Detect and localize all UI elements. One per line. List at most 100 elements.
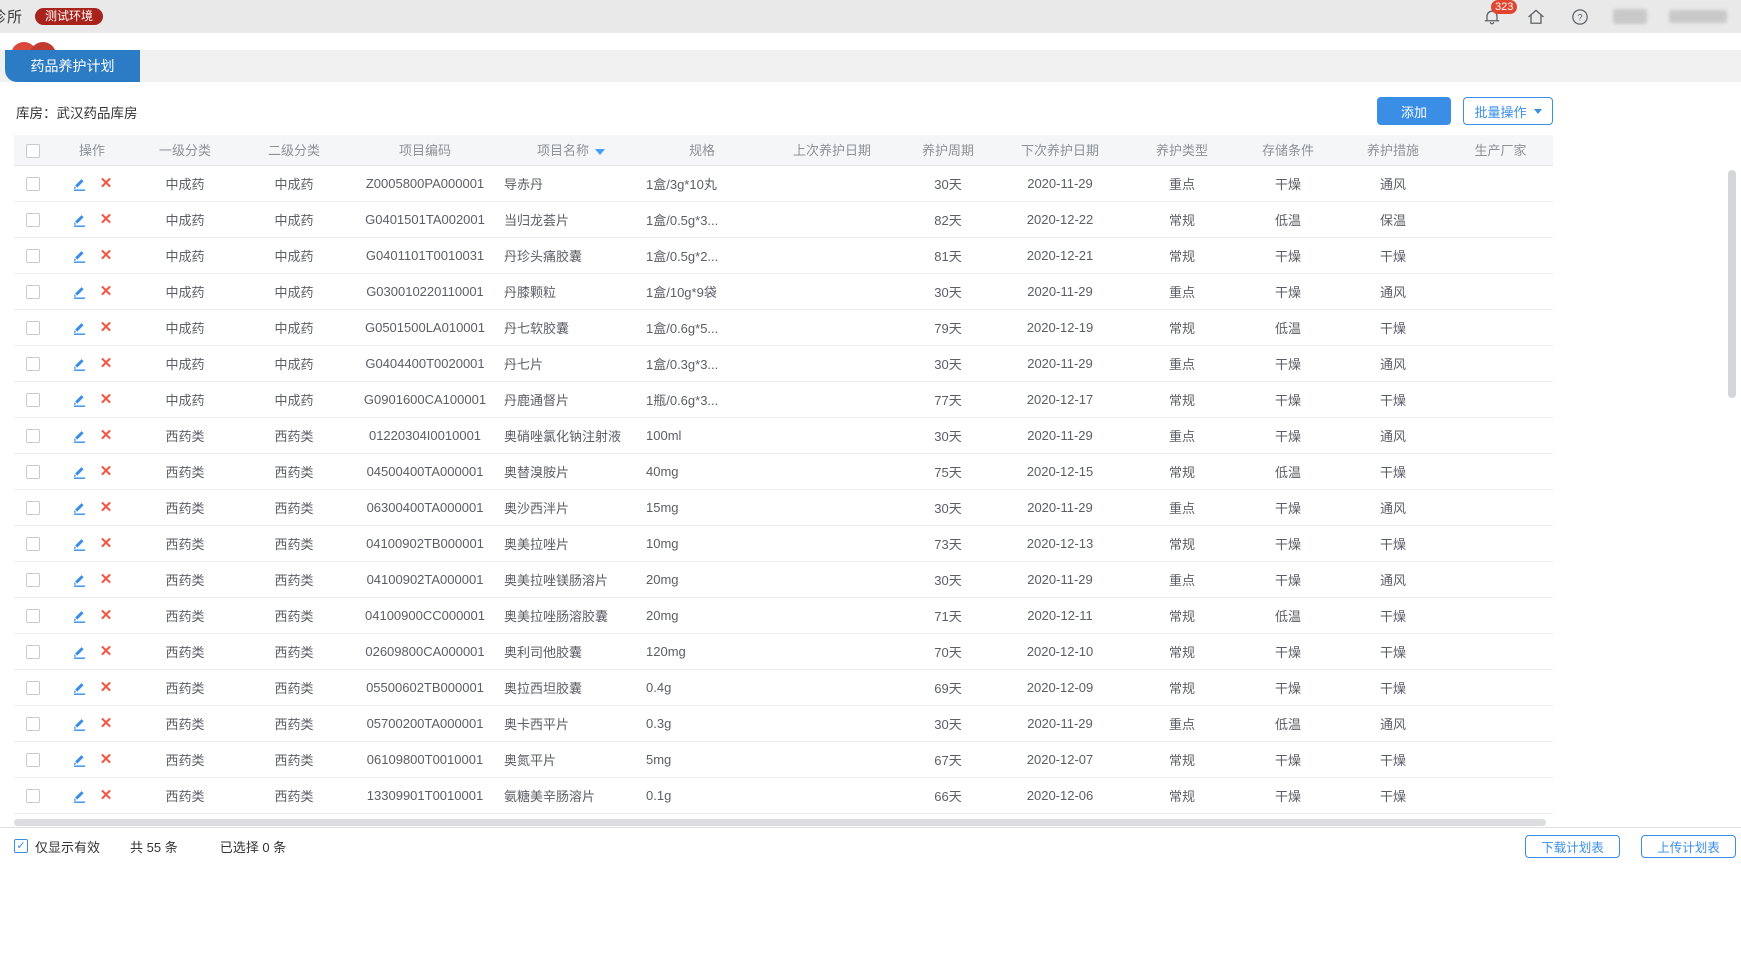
sort-desc-icon[interactable] (595, 149, 605, 155)
cell-measure: 干燥 (1338, 633, 1448, 669)
edit-icon[interactable] (72, 248, 87, 263)
cell-period: 30天 (902, 345, 994, 381)
cell-storage: 干燥 (1238, 273, 1338, 309)
edit-icon[interactable] (72, 716, 87, 731)
delete-icon[interactable]: ✕ (100, 427, 113, 444)
env-badge: 测试环境 (35, 8, 103, 25)
home-button[interactable] (1525, 6, 1547, 28)
row-checkbox[interactable] (26, 429, 40, 443)
edit-icon[interactable] (72, 356, 87, 371)
row-checkbox[interactable] (26, 213, 40, 227)
table-row: ✕西药类西药类01220304I0010001奥硝唑氯化钠注射液100ml30天… (14, 417, 1553, 453)
edit-icon[interactable] (72, 428, 87, 443)
cell-type: 重点 (1126, 345, 1238, 381)
edit-icon[interactable] (72, 680, 87, 695)
row-checkbox[interactable] (26, 465, 40, 479)
header-item-name[interactable]: 项目名称 (500, 135, 642, 165)
delete-icon[interactable]: ✕ (100, 499, 113, 516)
delete-icon[interactable]: ✕ (100, 319, 113, 336)
edit-icon[interactable] (72, 788, 87, 803)
row-checkbox[interactable] (26, 537, 40, 551)
edit-icon[interactable] (72, 644, 87, 659)
cell-spec: 5mg (642, 741, 762, 777)
vertical-scrollbar[interactable] (1728, 170, 1736, 398)
delete-icon[interactable]: ✕ (100, 679, 113, 696)
select-all-checkbox[interactable] (26, 144, 40, 158)
cell-measure: 干燥 (1338, 309, 1448, 345)
edit-icon[interactable] (72, 176, 87, 191)
horizontal-scrollbar[interactable] (14, 819, 1546, 826)
table-row: ✕中成药中成药G030010220110001丹膝颗粒1盒/10g*9袋30天2… (14, 273, 1553, 309)
cell-period: 77天 (902, 381, 994, 417)
cell-spec: 40mg (642, 453, 762, 489)
edit-icon[interactable] (72, 284, 87, 299)
row-checkbox[interactable] (26, 321, 40, 335)
delete-icon[interactable]: ✕ (100, 607, 113, 624)
tab-drug-maintenance-plan[interactable]: 药品养护计划 (5, 50, 140, 82)
edit-icon[interactable] (72, 392, 87, 407)
delete-icon[interactable]: ✕ (100, 643, 113, 660)
delete-icon[interactable]: ✕ (100, 211, 113, 228)
cell-manufacturer (1448, 741, 1553, 777)
cell-storage: 干燥 (1238, 525, 1338, 561)
row-checkbox[interactable] (26, 573, 40, 587)
row-checkbox[interactable] (26, 501, 40, 515)
cell-type: 重点 (1126, 417, 1238, 453)
cell-measure: 干燥 (1338, 525, 1448, 561)
upload-plan-button[interactable]: 上传计划表 (1641, 835, 1736, 858)
batch-operations-button[interactable]: 批量操作 (1463, 97, 1553, 125)
only-valid-checkbox[interactable]: ✓ (14, 839, 28, 853)
cell-select (14, 201, 52, 237)
help-button[interactable]: ? (1569, 6, 1591, 28)
row-checkbox[interactable] (26, 609, 40, 623)
delete-icon[interactable]: ✕ (100, 391, 113, 408)
delete-icon[interactable]: ✕ (100, 355, 113, 372)
edit-icon[interactable] (72, 572, 87, 587)
cell-measure: 干燥 (1338, 237, 1448, 273)
notifications-button[interactable]: 323 (1481, 6, 1503, 28)
cell-spec: 20mg (642, 561, 762, 597)
row-checkbox[interactable] (26, 357, 40, 371)
cell-type: 常规 (1126, 453, 1238, 489)
row-checkbox[interactable] (26, 681, 40, 695)
header-item-code: 项目编码 (350, 135, 500, 165)
delete-icon[interactable]: ✕ (100, 283, 113, 300)
delete-icon[interactable]: ✕ (100, 571, 113, 588)
cell-period: 70天 (902, 633, 994, 669)
delete-icon[interactable]: ✕ (100, 751, 113, 768)
cell-next_date: 2020-11-29 (994, 489, 1126, 525)
row-checkbox[interactable] (26, 249, 40, 263)
delete-icon[interactable]: ✕ (100, 715, 113, 732)
row-checkbox[interactable] (26, 789, 40, 803)
user-name[interactable] (1669, 10, 1727, 23)
cell-spec: 1盒/0.5g*3... (642, 201, 762, 237)
row-checkbox[interactable] (26, 645, 40, 659)
row-checkbox[interactable] (26, 717, 40, 731)
delete-icon[interactable]: ✕ (100, 463, 113, 480)
edit-icon[interactable] (72, 464, 87, 479)
row-checkbox[interactable] (26, 753, 40, 767)
delete-icon[interactable]: ✕ (100, 175, 113, 192)
cell-cat2: 西药类 (238, 669, 350, 705)
edit-icon[interactable] (72, 752, 87, 767)
edit-icon[interactable] (72, 536, 87, 551)
row-checkbox[interactable] (26, 393, 40, 407)
download-plan-button[interactable]: 下载计划表 (1525, 835, 1620, 858)
edit-icon[interactable] (72, 608, 87, 623)
edit-icon[interactable] (72, 320, 87, 335)
add-button[interactable]: 添加 (1377, 97, 1451, 125)
cell-spec: 1盒/0.3g*3... (642, 345, 762, 381)
row-checkbox[interactable] (26, 177, 40, 191)
delete-icon[interactable]: ✕ (100, 247, 113, 264)
user-avatar[interactable] (1613, 9, 1647, 24)
cell-cat1: 中成药 (132, 165, 238, 201)
edit-icon[interactable] (72, 500, 87, 515)
edit-icon[interactable] (72, 212, 87, 227)
row-checkbox[interactable] (26, 285, 40, 299)
delete-icon[interactable]: ✕ (100, 535, 113, 552)
cell-period: 81天 (902, 237, 994, 273)
delete-icon[interactable]: ✕ (100, 787, 113, 804)
cell-operations: ✕ (52, 201, 132, 237)
cell-manufacturer (1448, 201, 1553, 237)
table-row: ✕西药类西药类04100900CC000001奥美拉唑肠溶胶囊20mg71天20… (14, 597, 1553, 633)
